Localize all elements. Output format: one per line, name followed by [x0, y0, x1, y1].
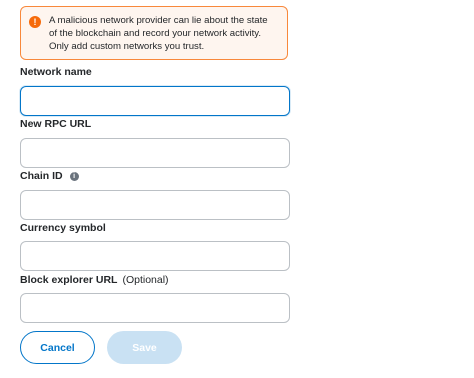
- chain-id-input[interactable]: [20, 190, 290, 220]
- rpc-url-input[interactable]: [20, 138, 290, 168]
- warning-text: A malicious network provider can lie abo…: [49, 15, 268, 52]
- chain-id-label-text: Chain ID: [20, 170, 63, 182]
- block-explorer-input[interactable]: [20, 293, 290, 323]
- warning-banner: ! A malicious network provider can lie a…: [20, 6, 288, 60]
- chain-id-label: Chain ID i: [20, 170, 79, 182]
- currency-symbol-label-text: Currency symbol: [20, 222, 106, 234]
- save-button[interactable]: Save: [107, 331, 182, 364]
- network-name-label: Network name: [20, 66, 92, 78]
- currency-symbol-input[interactable]: [20, 241, 290, 271]
- info-icon[interactable]: i: [69, 171, 79, 181]
- block-explorer-label-text: Block explorer URL: [20, 274, 118, 286]
- rpc-url-label-text: New RPC URL: [20, 118, 92, 130]
- cancel-button[interactable]: Cancel: [20, 331, 95, 364]
- optional-label: (Optional): [122, 274, 169, 286]
- network-name-label-text: Network name: [20, 66, 92, 78]
- rpc-url-label: New RPC URL: [20, 118, 91, 130]
- network-name-input[interactable]: [20, 86, 290, 116]
- block-explorer-label: Block explorer URL (Optional): [20, 274, 169, 286]
- currency-symbol-label: Currency symbol: [20, 222, 106, 234]
- exclamation-circle-icon: !: [29, 16, 41, 28]
